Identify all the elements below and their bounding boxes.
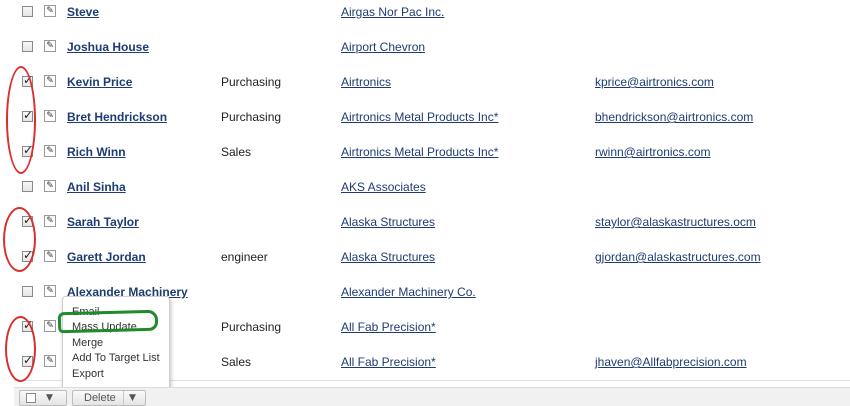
menu-item-merge[interactable]: Merge	[72, 337, 103, 349]
row-checkbox[interactable]	[22, 248, 33, 262]
account-link[interactable]: Airtronics	[341, 65, 391, 100]
contact-title: Sales	[221, 145, 252, 159]
account-link[interactable]: Airtronics Metal Products Inc*	[341, 100, 498, 135]
contact-name-link[interactable]: Garett Jordan	[67, 240, 146, 275]
edit-pencil-icon[interactable]: ✎	[44, 110, 56, 122]
edit-pencil-icon[interactable]: ✎	[44, 215, 56, 227]
select-all-checkbox[interactable]	[26, 393, 36, 403]
contact-title: Sales	[221, 355, 252, 369]
table-row: ✎ Rich Winn Sales Airtronics Metal Produ…	[14, 135, 850, 171]
account-link[interactable]: Alaska Structures	[341, 240, 435, 275]
edit-pencil-icon[interactable]: ✎	[44, 180, 56, 192]
edit-pencil-icon[interactable]: ✎	[44, 75, 56, 87]
email-link[interactable]: rwinn@airtronics.com	[595, 135, 711, 170]
table-row: ✎ Joshua House Airport Chevron	[14, 30, 850, 66]
table-row: ✎ Bret Hendrickson Purchasing Airtronics…	[14, 100, 850, 136]
row-checkbox[interactable]	[22, 143, 33, 157]
chevron-down-icon[interactable]: ▼	[46, 391, 53, 405]
account-link[interactable]: All Fab Precision*	[341, 310, 436, 345]
contact-name-link[interactable]: Joshua House	[67, 30, 149, 65]
contact-name-link[interactable]: Bret Hendrickson	[67, 100, 167, 135]
account-link[interactable]: Alaska Structures	[341, 205, 435, 240]
table-row: ✎ Kevin Price Purchasing Airtronics kpri…	[14, 65, 850, 101]
chevron-down-icon[interactable]: ▼	[129, 391, 136, 405]
row-checkbox[interactable]	[22, 353, 33, 367]
contact-title: engineer	[221, 250, 268, 264]
contact-title: Purchasing	[221, 75, 282, 89]
contact-name-link[interactable]: Anil Sinha	[67, 170, 126, 205]
button-divider	[123, 391, 124, 405]
contact-title: Purchasing	[221, 320, 282, 334]
delete-button[interactable]: Delete ▼	[72, 390, 146, 406]
table-row: ✎ Sarah Taylor Alaska Structures staylor…	[14, 205, 850, 241]
edit-pencil-icon[interactable]: ✎	[44, 145, 56, 157]
edit-pencil-icon[interactable]: ✎	[44, 40, 56, 52]
row-checkbox[interactable]	[22, 181, 33, 192]
table-row: ✎ Garett Jordan engineer Alaska Structur…	[14, 240, 850, 276]
contact-title: Purchasing	[221, 110, 282, 124]
account-link[interactable]: All Fab Precision*	[341, 345, 436, 380]
contact-name-link[interactable]: Sarah Taylor	[67, 205, 139, 240]
account-link[interactable]: Airgas Nor Pac Inc.	[341, 0, 444, 30]
contact-name-link[interactable]: Rich Winn	[67, 135, 126, 170]
table-row: ✎ Anil Sinha AKS Associates	[14, 170, 850, 206]
account-link[interactable]: Airtronics Metal Products Inc*	[341, 135, 498, 170]
table-row: ✎ Steve Airgas Nor Pac Inc.	[14, 0, 850, 31]
row-checkbox[interactable]	[22, 318, 33, 332]
row-checkbox[interactable]	[22, 286, 33, 297]
menu-item-mass-update[interactable]: Mass Update	[72, 321, 137, 333]
list-action-bar: ▼ Delete ▼	[14, 387, 850, 406]
edit-pencil-icon[interactable]: ✎	[44, 320, 56, 332]
edit-pencil-icon[interactable]: ✎	[44, 250, 56, 262]
account-link[interactable]: Airport Chevron	[341, 30, 425, 65]
delete-label: Delete	[84, 392, 116, 404]
email-link[interactable]: jhaven@Allfabprecision.com	[595, 345, 747, 380]
account-link[interactable]: AKS Associates	[341, 170, 426, 205]
email-link[interactable]: gjordan@alaskastructures.com	[595, 240, 761, 275]
email-link[interactable]: bhendrickson@airtronics.com	[595, 100, 753, 135]
edit-pencil-icon[interactable]: ✎	[44, 5, 56, 17]
email-link[interactable]: staylor@alaskastructures.ocm	[595, 205, 756, 240]
row-checkbox[interactable]	[22, 41, 33, 52]
row-checkbox[interactable]	[22, 6, 33, 17]
row-checkbox[interactable]	[22, 213, 33, 227]
account-link[interactable]: Alexander Machinery Co.	[341, 275, 476, 310]
row-checkbox[interactable]	[22, 73, 33, 87]
menu-item-add-to-target-list[interactable]: Add To Target List	[72, 352, 160, 364]
menu-item-export[interactable]: Export	[72, 368, 104, 380]
email-link[interactable]: kprice@airtronics.com	[595, 65, 714, 100]
edit-pencil-icon[interactable]: ✎	[44, 285, 56, 297]
menu-item-email[interactable]: Email	[72, 306, 100, 318]
actions-menu: Email Mass Update Merge Add To Target Li…	[62, 296, 170, 390]
contact-name-link[interactable]: Kevin Price	[67, 65, 132, 100]
edit-pencil-icon[interactable]: ✎	[44, 355, 56, 367]
select-all-button[interactable]: ▼	[19, 390, 67, 406]
contacts-list-view: ✎ Steve Airgas Nor Pac Inc. ✎ Joshua Hou…	[0, 0, 850, 406]
row-checkbox[interactable]	[22, 108, 33, 122]
contact-name-link[interactable]: Steve	[67, 0, 99, 30]
